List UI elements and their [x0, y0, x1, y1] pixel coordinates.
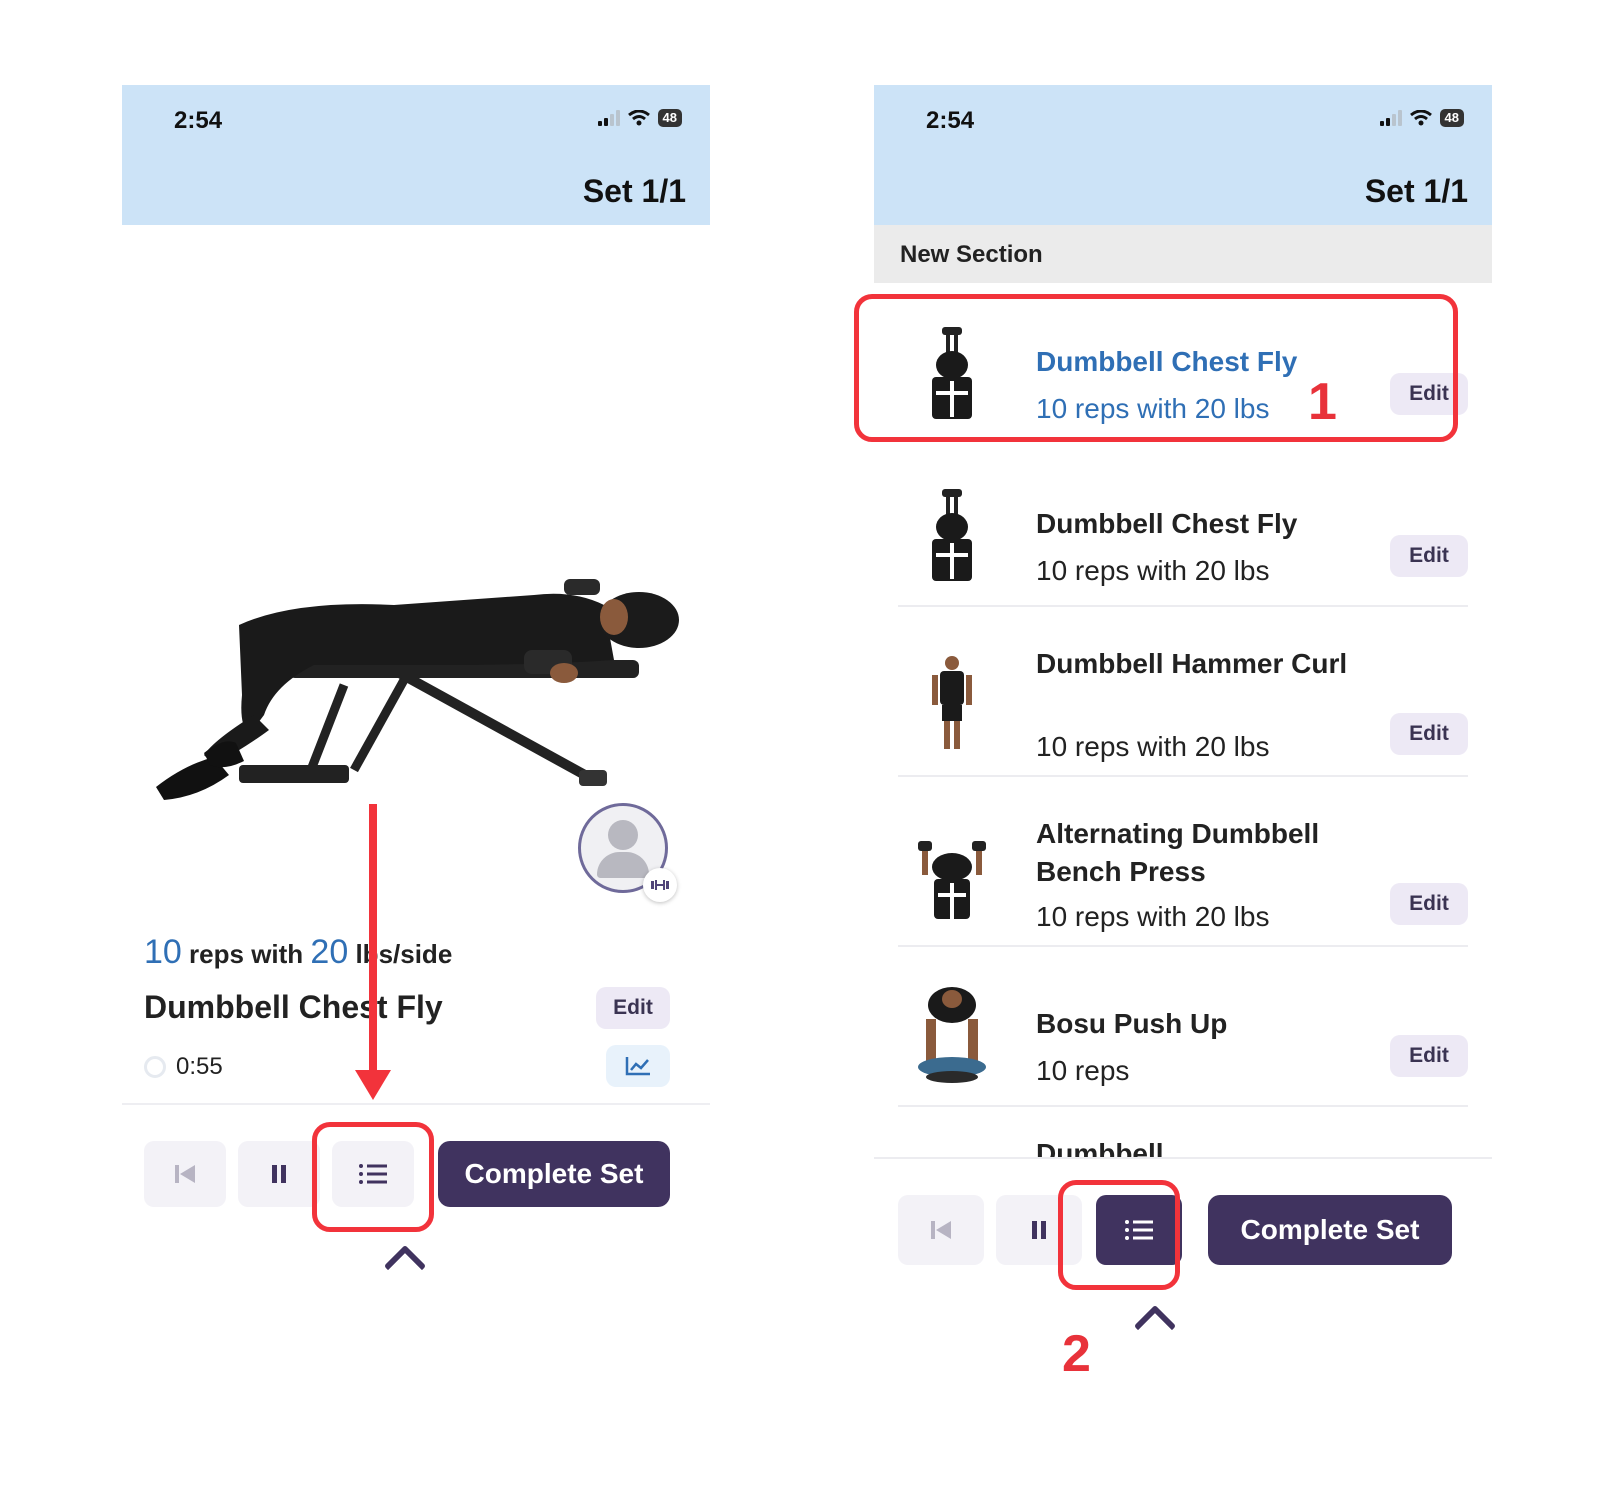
- timer-value: 0:55: [176, 1053, 223, 1080]
- annotation-highlight-active-list-button: [1058, 1180, 1180, 1290]
- divider: [122, 1103, 710, 1105]
- signal-icon: [1379, 110, 1402, 126]
- edit-button[interactable]: Edit: [1390, 883, 1468, 925]
- exercise-subtitle: 10 reps with 20 lbs: [1036, 731, 1270, 762]
- header-bar: 2:54 48 Set 1/1: [122, 85, 710, 225]
- status-time: 2:54: [174, 107, 223, 134]
- wifi-icon: [1409, 110, 1432, 126]
- complete-set-button[interactable]: Complete Set: [438, 1141, 670, 1207]
- battery-icon: 48: [1439, 109, 1464, 127]
- chart-icon: [625, 1057, 650, 1076]
- section-title: New Section: [900, 241, 1043, 268]
- status-time: 2:54: [926, 107, 975, 134]
- exercise-thumbnail: [918, 841, 986, 919]
- row-divider: [898, 605, 1468, 607]
- coach-avatar[interactable]: [578, 803, 677, 902]
- exercise-timer: 0:55: [144, 1053, 223, 1081]
- exercise-name: Dumbbell Chest Fly: [144, 989, 443, 1025]
- exercise-list-screen: 2:54 48 Set 1/1 New Section Dumbbell Che…: [874, 85, 1492, 1385]
- weight-unit: lbs/side: [348, 939, 453, 969]
- set-counter: Set 1/1: [1364, 173, 1468, 209]
- annotation-highlight-selected-item: [854, 294, 1458, 442]
- skip-back-icon: [931, 1221, 951, 1239]
- dumbbell-icon: [643, 868, 677, 902]
- pause-icon: [272, 1165, 286, 1183]
- previous-button[interactable]: [144, 1141, 226, 1207]
- set-counter: Set 1/1: [582, 173, 686, 209]
- edit-button[interactable]: Edit: [1390, 713, 1468, 755]
- edit-button[interactable]: Edit: [596, 987, 670, 1029]
- row-divider: [898, 945, 1468, 947]
- divider: [874, 1157, 1492, 1159]
- reps-summary: 10 reps with 20 lbs/side: [144, 933, 452, 972]
- complete-set-button[interactable]: Complete Set: [1208, 1195, 1452, 1265]
- status-icons: 48: [597, 109, 682, 127]
- exercise-subtitle: 10 reps with 20 lbs: [1036, 555, 1270, 586]
- exercise-subtitle: 10 reps with 20 lbs: [1036, 901, 1270, 932]
- controls-bar: [874, 1159, 1492, 1385]
- annotation-arrow-head: [355, 1070, 391, 1100]
- exercise-list-item[interactable]: Dumbbell Chest Fly 10 reps with 20 lbs E…: [898, 475, 1468, 605]
- exercise-list-item[interactable]: Dumbbell Hammer Curl 10 reps with 20 lbs…: [898, 635, 1468, 780]
- exercise-title: Dumbbell Chest Fly: [1036, 508, 1298, 539]
- exercise-title: Alternating Dumbbell Bench Press: [1036, 818, 1320, 887]
- exercise-list-item[interactable]: Alternating Dumbbell Bench Press 10 reps…: [898, 805, 1468, 950]
- edit-button[interactable]: Edit: [1390, 535, 1468, 577]
- skip-back-icon: [175, 1165, 195, 1183]
- previous-button[interactable]: [898, 1195, 984, 1265]
- header-bar: 2:54 48 Set 1/1: [874, 85, 1492, 225]
- exercise-list-item[interactable]: Bosu Push Up 10 reps Edit: [898, 975, 1468, 1105]
- avatar-head: [608, 820, 638, 850]
- wifi-icon: [627, 110, 650, 126]
- exercise-subtitle: 10 reps: [1036, 1055, 1130, 1086]
- progress-chart-button[interactable]: [606, 1045, 670, 1087]
- annotation-arrow: [369, 804, 377, 1074]
- annotation-highlight-list-button: [312, 1122, 434, 1232]
- edit-button[interactable]: Edit: [1390, 1035, 1468, 1077]
- avatar-body: [597, 852, 649, 878]
- annotation-number-2: 2: [1062, 1325, 1091, 1383]
- chevron-up-icon[interactable]: [383, 1244, 427, 1288]
- annotation-number-1: 1: [1308, 373, 1337, 431]
- pause-icon: [1032, 1221, 1046, 1239]
- status-icons: 48: [1379, 109, 1464, 127]
- weight-value: 20: [310, 933, 349, 971]
- reps-text: reps with: [181, 939, 311, 969]
- pause-button[interactable]: [238, 1141, 320, 1207]
- exercise-title: Bosu Push Up: [1036, 1008, 1228, 1039]
- exercise-title: Dumbbell Hammer Curl: [1036, 648, 1348, 679]
- exercise-thumbnail: [918, 987, 986, 1083]
- section-header: New Section: [874, 225, 1492, 283]
- reps-value: 10: [144, 933, 182, 971]
- row-divider: [898, 1105, 1468, 1107]
- row-divider: [898, 775, 1468, 777]
- exercise-thumbnail: [932, 489, 972, 581]
- signal-icon: [597, 110, 620, 126]
- timer-ring-icon: [144, 1056, 166, 1078]
- exercise-thumbnail: [932, 656, 972, 749]
- battery-icon: 48: [657, 109, 682, 127]
